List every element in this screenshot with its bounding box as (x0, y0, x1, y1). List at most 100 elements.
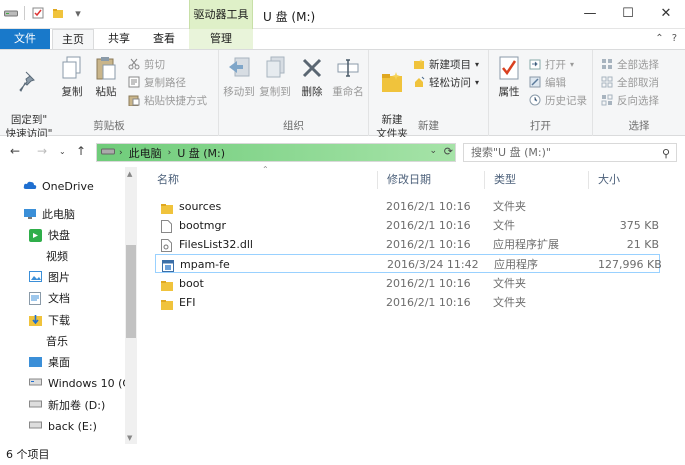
properties-button[interactable]: 属性 (493, 54, 525, 99)
nav-item-videos[interactable]: 视频 (46, 247, 68, 265)
nav-item-downloads[interactable]: 下载 (29, 311, 70, 329)
scroll-down-icon[interactable]: ▼ (127, 434, 132, 442)
drive-icon[interactable] (4, 6, 18, 20)
copy-path-button[interactable]: 复制路径 (128, 74, 186, 90)
table-row[interactable]: FilesList32.dll 2016/2/1 10:16 应用程序扩展 21… (155, 235, 660, 254)
collapse-ribbon-icon[interactable]: ⌃ (655, 33, 663, 44)
minimize-button[interactable]: — (571, 0, 609, 29)
forward-arrow-icon[interactable]: → (37, 144, 47, 158)
copy-to-button[interactable]: 复制到 (257, 54, 293, 99)
copy-button[interactable]: 复制 (56, 54, 88, 99)
copy-path-icon (128, 76, 140, 88)
move-to-button[interactable]: 移动到 (221, 54, 257, 99)
organize-group: 移动到 复制到 删除 重命名 组织 (219, 50, 369, 136)
select-all-button[interactable]: 全部选择 (601, 56, 659, 72)
recent-locations-chevron-icon[interactable]: ⌄ (59, 147, 66, 156)
cut-button[interactable]: 剪切 (128, 56, 165, 72)
file-date: 2016/2/1 10:16 (386, 200, 471, 213)
chevron-down-icon: ▾ (475, 77, 480, 87)
nav-item-onedrive[interactable]: OneDrive (23, 177, 94, 195)
new-group-label: 新建 (418, 120, 439, 132)
table-row[interactable]: bootmgr 2016/2/1 10:16 文件 375 KB (155, 216, 660, 235)
nav-item-this-pc[interactable]: 此电脑 (23, 205, 75, 223)
address-dropdown-icon[interactable]: ⌄ (429, 146, 437, 156)
nav-label: 快盘 (48, 229, 70, 242)
breadcrumb-this-pc[interactable]: 此电脑 (123, 145, 168, 161)
new-group: 新建 文件夹 新建项目 ▾ 轻松访问 ▾ 新建 (369, 50, 489, 140)
customize-toolbar-icon[interactable]: ▾ (71, 6, 85, 20)
edit-icon (529, 76, 541, 88)
delete-button[interactable]: 删除 (297, 54, 327, 99)
nav-item-drive-e[interactable]: back (E:) (29, 417, 97, 435)
invert-selection-icon (601, 94, 613, 106)
back-arrow-icon[interactable]: ← (10, 144, 20, 158)
open-label: 打开 (545, 58, 566, 71)
nav-item-documents[interactable]: 文档 (29, 289, 70, 307)
edit-button[interactable]: 编辑 (529, 74, 566, 90)
cut-label: 剪切 (144, 58, 165, 71)
tab-share[interactable]: 共享 (98, 29, 140, 49)
file-name-cell: bootmgr (155, 216, 226, 235)
table-row[interactable]: sources 2016/2/1 10:16 文件夹 (155, 197, 660, 216)
breadcrumb-u-drive[interactable]: U 盘 (M:) (171, 145, 231, 161)
table-row[interactable]: boot 2016/2/1 10:16 文件夹 (155, 274, 660, 293)
easy-access-button[interactable]: 轻松访问 ▾ (413, 74, 479, 90)
refresh-icon[interactable]: ⟳ (444, 145, 453, 158)
table-row[interactable]: mpam-fe 2016/3/24 11:42 应用程序 127,996 KB (155, 254, 662, 273)
history-button[interactable]: 历史记录 (529, 92, 587, 108)
nav-item-kuaipan[interactable]: 快盘 (29, 226, 70, 244)
tab-home[interactable]: 主页 (52, 29, 94, 50)
close-button[interactable]: ✕ (647, 0, 685, 29)
history-label: 历史记录 (545, 94, 587, 107)
title-bar: ▾ 驱动器工具 U 盘 (M:) — ☐ ✕ (0, 0, 685, 29)
file-name: mpam-fe (180, 258, 230, 271)
invert-selection-button[interactable]: 反向选择 (601, 92, 659, 108)
nav-item-pictures[interactable]: 图片 (29, 268, 70, 286)
nav-item-drive-c[interactable]: Windows 10 (C (29, 374, 130, 392)
paste-shortcut-icon (128, 94, 140, 107)
column-header-date[interactable]: 修改日期 (378, 171, 485, 189)
open-button[interactable]: 打开 ▾ (529, 56, 574, 72)
tab-manage[interactable]: 管理 (189, 29, 253, 49)
scrollbar-thumb[interactable] (126, 245, 136, 338)
properties-icon[interactable] (31, 6, 45, 20)
nav-pane-scrollbar[interactable]: ▲ ▼ (125, 167, 137, 444)
maximize-button[interactable]: ☐ (609, 0, 647, 29)
column-header-type[interactable]: 类型 (485, 171, 589, 189)
paste-button[interactable]: 粘贴 (90, 54, 122, 99)
nav-label: 视频 (46, 250, 68, 263)
nav-item-desktop[interactable]: 桌面 (29, 353, 70, 371)
open-icon (529, 58, 541, 70)
tab-view[interactable]: 查看 (143, 29, 185, 49)
copy-path-label: 复制路径 (144, 76, 186, 89)
new-item-button[interactable]: 新建项目 ▾ (413, 56, 479, 72)
divider (24, 6, 25, 20)
scroll-up-icon[interactable]: ▲ (127, 170, 132, 178)
select-none-button[interactable]: 全部取消 (601, 74, 659, 90)
chevron-right-icon[interactable]: › (115, 148, 123, 158)
file-size: 21 KB (626, 238, 659, 251)
up-arrow-icon[interactable]: ↑ (76, 144, 86, 158)
paste-shortcut-button[interactable]: 粘贴快捷方式 (128, 92, 207, 108)
organize-group-label: 组织 (283, 120, 304, 132)
rename-button[interactable]: 重命名 (329, 54, 367, 99)
table-row[interactable]: EFI 2016/2/1 10:16 文件夹 (155, 293, 660, 312)
drive-icon (29, 420, 43, 432)
column-header-name[interactable]: 名称 (148, 171, 378, 189)
tab-file[interactable]: 文件 (0, 29, 50, 49)
invert-selection-label: 反向选择 (617, 94, 659, 107)
nav-item-drive-d[interactable]: 新加卷 (D:) (29, 396, 105, 414)
search-input[interactable]: 搜索"U 盘 (M:)" ⚲ (463, 143, 677, 162)
nav-item-music[interactable]: 音乐 (46, 332, 68, 350)
chevron-down-icon: ▾ (475, 59, 480, 69)
help-icon[interactable]: ? (672, 33, 677, 44)
file-name-cell: sources (155, 197, 221, 216)
address-bar[interactable]: › 此电脑 › U 盘 (M:) ⌄ ⟳ (96, 143, 456, 162)
copy-label: 复制 (61, 86, 83, 98)
select-all-icon (601, 58, 613, 70)
column-header-size[interactable]: 大小 (589, 171, 659, 189)
edit-label: 编辑 (545, 76, 566, 89)
new-folder-icon[interactable] (51, 6, 65, 20)
status-bar: 6 个项目 (0, 444, 685, 465)
file-type: 文件 (493, 219, 515, 232)
